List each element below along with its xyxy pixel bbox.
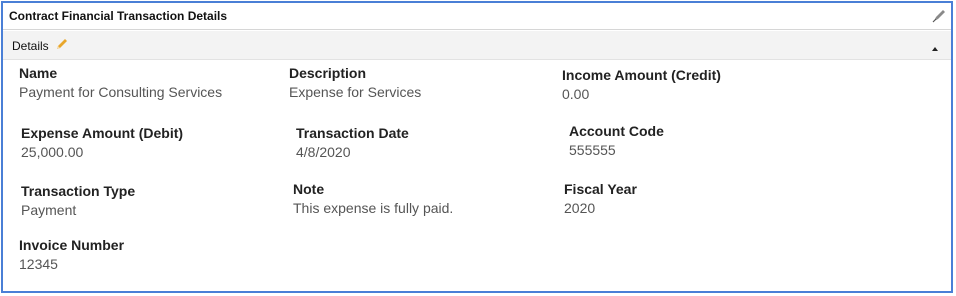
field-value: 25,000.00 (21, 144, 84, 160)
field-value: Payment for Consulting Services (19, 84, 223, 100)
panel-title: Contract Financial Transaction Details (9, 9, 228, 23)
triangle-up-icon[interactable] (931, 40, 939, 51)
field-account-code: Account Code 555555 (569, 123, 664, 158)
transaction-details-panel: Contract Financial Transaction Details D… (1, 1, 953, 293)
field-value: 12345 (19, 256, 58, 272)
pen-nib-icon[interactable] (931, 7, 947, 23)
field-value: Payment (21, 202, 77, 218)
field-value: 555555 (569, 142, 616, 158)
field-name: Name Payment for Consulting Services (19, 65, 222, 100)
field-label: Name (19, 65, 58, 81)
field-label: Fiscal Year (564, 181, 637, 197)
field-label: Transaction Date (296, 125, 409, 141)
field-value: This expense is fully paid. (293, 200, 454, 216)
field-label: Transaction Type (21, 183, 136, 199)
field-value: Expense for Services (289, 84, 422, 100)
panel-header: Contract Financial Transaction Details (3, 3, 951, 30)
field-label: Income Amount (Credit) (562, 67, 721, 83)
field-expense-amount: Expense Amount (Debit) 25,000.00 (21, 125, 183, 160)
field-value: 2020 (564, 200, 596, 216)
field-label: Expense Amount (Debit) (21, 125, 184, 141)
field-label: Description (289, 65, 367, 81)
field-note: Note This expense is fully paid. (293, 181, 453, 216)
field-label: Account Code (569, 123, 664, 139)
field-value: 0.00 (562, 86, 590, 102)
pencil-icon[interactable] (55, 37, 69, 51)
section-title: Details (12, 39, 49, 53)
field-transaction-date: Transaction Date 4/8/2020 (296, 125, 409, 160)
field-label: Note (293, 181, 325, 197)
field-description: Description Expense for Services (289, 65, 421, 100)
field-fiscal-year: Fiscal Year 2020 (564, 181, 637, 216)
field-label: Invoice Number (19, 237, 125, 253)
field-income-amount: Income Amount (Credit) 0.00 (562, 67, 721, 102)
field-value: 4/8/2020 (296, 144, 351, 160)
details-section-header[interactable]: Details (3, 31, 951, 60)
field-invoice-number: Invoice Number 12345 (19, 237, 124, 272)
field-transaction-type: Transaction Type Payment (21, 183, 135, 218)
